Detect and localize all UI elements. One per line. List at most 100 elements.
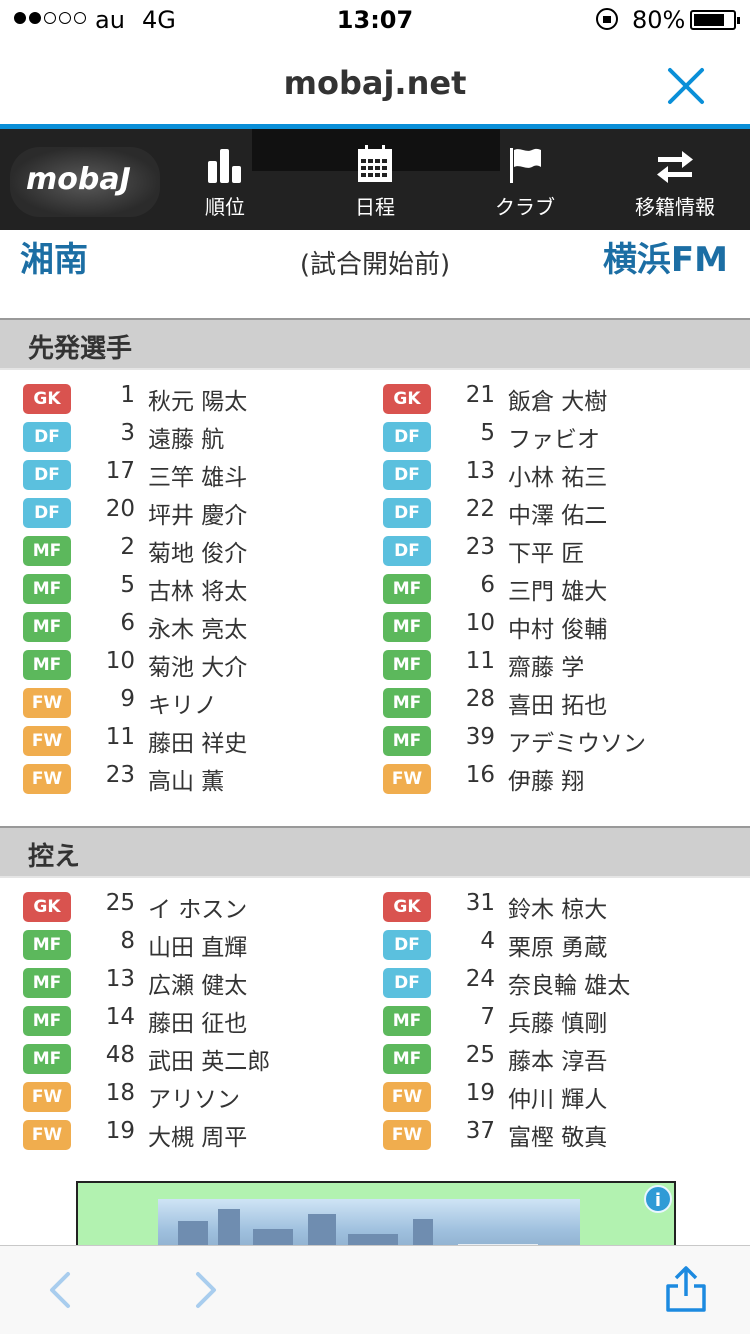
- nav-item-clubs[interactable]: クラブ: [450, 143, 600, 220]
- player-row[interactable]: FW 23 高山 薫: [23, 760, 383, 798]
- player-row[interactable]: MF 48 武田 英二郎: [23, 1040, 383, 1078]
- player-number: 11: [465, 648, 495, 674]
- player-row[interactable]: DF 17 三竿 雄斗: [23, 456, 383, 494]
- player-row[interactable]: DF 23 下平 匠: [383, 532, 743, 570]
- player-row[interactable]: MF 10 菊池 大介: [23, 646, 383, 684]
- player-name[interactable]: 藤本 淳吾: [508, 1042, 607, 1076]
- player-row[interactable]: FW 19 大槻 周平: [23, 1116, 383, 1154]
- position-badge: FW: [23, 726, 71, 756]
- player-row[interactable]: DF 13 小林 祐三: [383, 456, 743, 494]
- player-row[interactable]: MF 2 菊地 俊介: [23, 532, 383, 570]
- position-badge: MF: [23, 930, 71, 960]
- player-number: 13: [465, 458, 495, 484]
- player-name[interactable]: 藤田 征也: [148, 1004, 247, 1038]
- player-name[interactable]: 遠藤 航: [148, 420, 224, 454]
- away-team-name[interactable]: 横浜FM: [603, 232, 728, 281]
- player-row[interactable]: MF 5 古林 将太: [23, 570, 383, 608]
- player-row[interactable]: DF 4 栗原 勇蔵: [383, 926, 743, 964]
- player-name[interactable]: 喜田 拓也: [508, 686, 607, 720]
- player-row[interactable]: MF 6 永木 亮太: [23, 608, 383, 646]
- player-row[interactable]: DF 20 坪井 慶介: [23, 494, 383, 532]
- player-name[interactable]: 小林 祐三: [508, 458, 607, 492]
- player-row[interactable]: FW 37 富樫 敬真: [383, 1116, 743, 1154]
- player-name[interactable]: 三竿 雄斗: [148, 458, 247, 492]
- player-row[interactable]: FW 18 アリソン: [23, 1078, 383, 1116]
- player-name[interactable]: 古林 将太: [148, 572, 247, 606]
- player-row[interactable]: MF 6 三門 雄大: [383, 570, 743, 608]
- battery-percent: 80%: [632, 6, 686, 34]
- player-row[interactable]: MF 14 藤田 征也: [23, 1002, 383, 1040]
- player-row[interactable]: FW 9 キリノ: [23, 684, 383, 722]
- player-name[interactable]: アリソン: [148, 1080, 240, 1114]
- back-chevron-icon[interactable]: [38, 1266, 86, 1314]
- player-name[interactable]: 齋藤 学: [508, 648, 584, 682]
- position-badge: FW: [383, 764, 431, 794]
- url-label[interactable]: mobaj.net: [0, 64, 750, 102]
- player-row[interactable]: MF 13 広瀬 健太: [23, 964, 383, 1002]
- player-row[interactable]: MF 39 アデミウソン: [383, 722, 743, 760]
- player-name[interactable]: 下平 匠: [508, 534, 584, 568]
- player-name[interactable]: 坪井 慶介: [148, 496, 247, 530]
- nav-item-schedule[interactable]: 日程: [300, 143, 450, 220]
- player-name[interactable]: アデミウソン: [508, 724, 646, 758]
- player-name[interactable]: 三門 雄大: [508, 572, 607, 606]
- player-row[interactable]: FW 19 仲川 輝人: [383, 1078, 743, 1116]
- player-name[interactable]: 仲川 輝人: [508, 1080, 607, 1114]
- nav-item-standings[interactable]: 順位: [150, 143, 300, 220]
- player-row[interactable]: MF 7 兵藤 慎剛: [383, 1002, 743, 1040]
- player-name[interactable]: 秋元 陽太: [148, 382, 247, 416]
- away-subs-list: GK 31 鈴木 椋大 DF 4 栗原 勇蔵 DF 24 奈良輪 雄太 MF 7 兵藤 慎剛 MF 25 藤…: [383, 888, 743, 1154]
- player-row[interactable]: MF 11 齋藤 学: [383, 646, 743, 684]
- player-row[interactable]: GK 31 鈴木 椋大: [383, 888, 743, 926]
- player-name[interactable]: 武田 英二郎: [148, 1042, 270, 1076]
- player-name[interactable]: 藤田 祥史: [148, 724, 247, 758]
- player-row[interactable]: GK 21 飯倉 大樹: [383, 380, 743, 418]
- player-name[interactable]: 広瀬 健太: [148, 966, 247, 1000]
- player-name[interactable]: キリノ: [148, 686, 217, 720]
- player-name[interactable]: 飯倉 大樹: [508, 382, 607, 416]
- player-name[interactable]: 山田 直輝: [148, 928, 247, 962]
- battery-icon: [690, 10, 740, 30]
- player-name[interactable]: ファビオ: [508, 420, 600, 454]
- player-name[interactable]: 中村 俊輔: [508, 610, 607, 644]
- player-name[interactable]: 大槻 周平: [148, 1118, 247, 1152]
- player-name[interactable]: 鈴木 椋大: [508, 890, 607, 924]
- player-row[interactable]: MF 10 中村 俊輔: [383, 608, 743, 646]
- nav-item-transfers[interactable]: 移籍情報: [600, 143, 750, 220]
- player-number: 31: [465, 890, 495, 916]
- player-row[interactable]: GK 1 秋元 陽太: [23, 380, 383, 418]
- player-name[interactable]: 高山 薫: [148, 762, 224, 796]
- match-header: 湘南 (試合開始前) 横浜FM: [0, 230, 750, 318]
- player-name[interactable]: 富樫 敬真: [508, 1118, 607, 1152]
- player-row[interactable]: DF 24 奈良輪 雄太: [383, 964, 743, 1002]
- player-name[interactable]: 兵藤 慎剛: [508, 1004, 607, 1038]
- player-row[interactable]: DF 5 ファビオ: [383, 418, 743, 456]
- player-row[interactable]: GK 25 イ ホスン: [23, 888, 383, 926]
- player-name[interactable]: 永木 亮太: [148, 610, 247, 644]
- close-icon[interactable]: [662, 62, 710, 110]
- player-row[interactable]: MF 28 喜田 拓也: [383, 684, 743, 722]
- player-name[interactable]: 菊地 俊介: [148, 534, 247, 568]
- player-row[interactable]: FW 16 伊藤 翔: [383, 760, 743, 798]
- position-badge: MF: [383, 1044, 431, 1074]
- position-badge: DF: [23, 460, 71, 490]
- player-name[interactable]: 奈良輪 雄太: [508, 966, 630, 1000]
- position-badge: DF: [23, 498, 71, 528]
- share-icon[interactable]: [662, 1266, 710, 1314]
- site-logo[interactable]: mobaJ: [10, 147, 160, 217]
- player-row[interactable]: FW 11 藤田 祥史: [23, 722, 383, 760]
- player-name[interactable]: 中澤 佑二: [508, 496, 607, 530]
- player-name[interactable]: 伊藤 翔: [508, 762, 584, 796]
- player-name[interactable]: 栗原 勇蔵: [508, 928, 607, 962]
- forward-chevron-icon[interactable]: [180, 1266, 228, 1314]
- player-row[interactable]: DF 22 中澤 佑二: [383, 494, 743, 532]
- transfer-arrows-icon: [657, 151, 693, 183]
- player-name[interactable]: イ ホスン: [148, 890, 247, 924]
- player-row[interactable]: DF 3 遠藤 航: [23, 418, 383, 456]
- player-row[interactable]: MF 25 藤本 淳吾: [383, 1040, 743, 1078]
- player-row[interactable]: MF 8 山田 直輝: [23, 926, 383, 964]
- rotation-lock-icon: [596, 8, 618, 30]
- info-icon[interactable]: i: [644, 1185, 672, 1213]
- position-badge: MF: [23, 1044, 71, 1074]
- player-name[interactable]: 菊池 大介: [148, 648, 247, 682]
